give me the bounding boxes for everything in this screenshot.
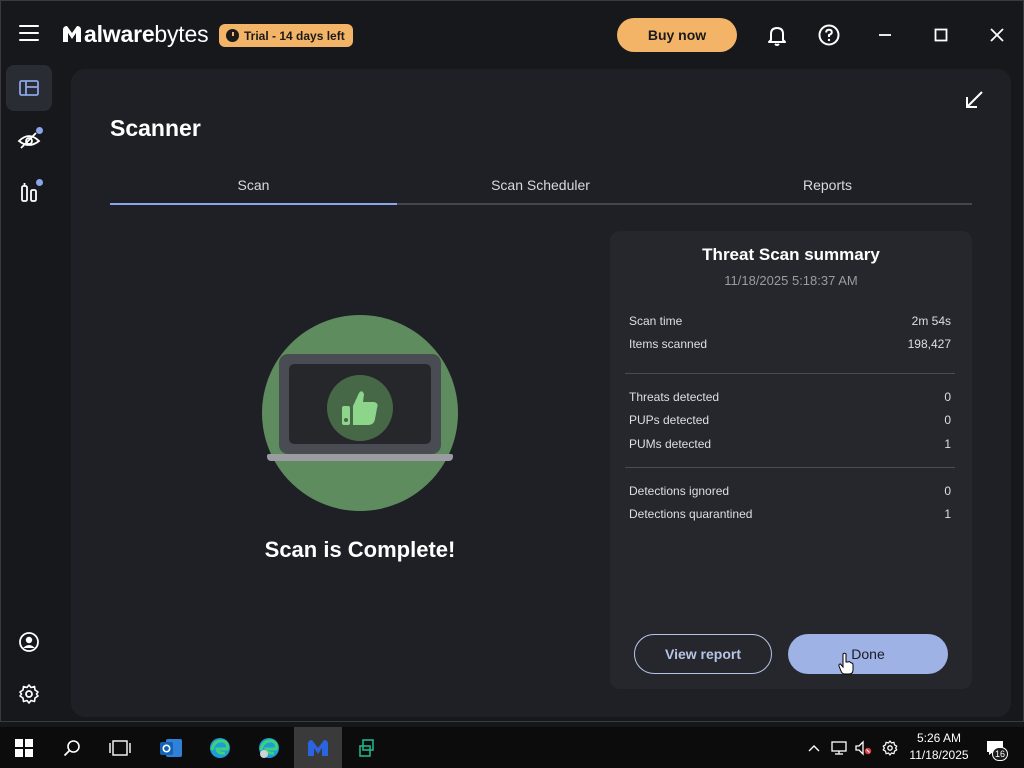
nav-real-time-protection[interactable] [6,117,52,163]
thumbs-up-badge [327,375,393,441]
trial-badge[interactable]: Trial - 14 days left [219,24,353,47]
taskbar-edge-profile[interactable] [245,727,293,768]
gear-icon [19,684,39,704]
taskbar-date[interactable]: 11/18/2025 [904,748,974,762]
app-icon [359,738,374,757]
close-icon[interactable] [985,23,1009,47]
taskbar-app[interactable] [343,727,391,768]
summary-row: Scan time 2m 54s [629,314,951,328]
task-view-button[interactable] [96,727,144,768]
scanner-tabs: Scan Scan Scheduler Reports [110,173,972,205]
bell-icon[interactable] [765,23,789,47]
gear-icon [882,739,898,756]
settings-tray[interactable] [879,727,901,768]
laptop-base [267,454,453,461]
task-view-icon [109,739,131,756]
summary-row: Detections quarantined 1 [629,507,951,521]
summary-title: Threat Scan summary [702,245,880,264]
page-title: Scanner [110,115,201,141]
search-button[interactable] [48,727,96,768]
app-name: alwarebytes [84,20,209,47]
trial-badge-label: Trial - 14 days left [244,28,345,43]
tab-reports[interactable]: Reports [684,173,971,203]
taskbar-edge[interactable] [196,727,244,768]
app-logo: alwarebytes [61,20,209,48]
malwarebytes-window: alwarebytes Trial - 14 days left Buy now [0,0,1024,722]
outlook-icon [160,738,182,757]
help-icon[interactable] [817,23,841,47]
nav-settings[interactable] [6,671,52,717]
volume-tray[interactable] [852,727,874,768]
divider [625,467,955,468]
divider [625,373,955,374]
notification-center[interactable]: 16 [980,727,1010,768]
summary-row: Items scanned 198,427 [629,337,951,351]
network-icon [831,740,847,755]
summary-row: PUPs detected 0 [629,413,951,427]
summary-row: Threats detected 0 [629,390,951,404]
tab-scan[interactable]: Scan [110,173,397,205]
windows-logo-icon [15,738,33,757]
buy-now-button[interactable]: Buy now [617,18,737,52]
taskbar: 5:26 AM 11/18/2025 16 [0,727,1024,768]
notification-count: 16 [992,747,1008,761]
hand-cursor-icon [838,652,854,675]
summary-row: PUMs detected 1 [629,437,951,451]
maximize-icon[interactable] [929,23,953,47]
dashboard-icon [19,80,39,96]
scanner-panel: Scanner Scan Scan Scheduler Reports Scan… [71,69,1011,717]
notification-dot [36,127,43,134]
done-button[interactable]: Done [788,634,948,674]
edge-icon [210,737,230,758]
chevron-up-icon [808,744,820,751]
malwarebytes-icon [308,739,328,756]
nav-account[interactable] [6,619,52,665]
minimize-icon[interactable] [873,23,897,47]
threat-scan-summary-card: Threat Scan summary 11/18/2025 5:18:37 A… [610,231,972,689]
notification-dot [36,179,43,186]
taskbar-malwarebytes[interactable] [294,727,342,768]
summary-row: Detections ignored 0 [629,484,951,498]
nav-dashboard[interactable] [6,65,52,111]
title-bar: alwarebytes Trial - 14 days left Buy now [1,1,1024,67]
thumbs-up-icon [342,391,378,425]
left-navigation [1,61,57,721]
network-tray[interactable] [828,727,850,768]
edge-profile-icon [259,737,279,758]
search-icon [63,739,80,756]
account-icon [19,632,39,652]
malwarebytes-logo-icon [63,26,81,42]
volume-muted-icon [855,739,872,756]
summary-datetime: 11/18/2025 5:18:37 AM [724,273,858,288]
taskbar-time[interactable]: 5:26 AM [904,731,974,745]
taskbar-outlook[interactable] [147,727,195,768]
menu-icon[interactable] [19,25,39,41]
show-hidden-icons[interactable] [804,727,824,768]
start-button[interactable] [0,727,48,768]
clock-icon [226,29,239,42]
scan-complete-message: Scan is Complete! [264,537,456,562]
view-report-button[interactable]: View report [634,634,772,674]
tab-scan-scheduler[interactable]: Scan Scheduler [397,173,684,203]
collapse-icon[interactable] [963,89,985,111]
nav-tools[interactable] [6,169,52,215]
